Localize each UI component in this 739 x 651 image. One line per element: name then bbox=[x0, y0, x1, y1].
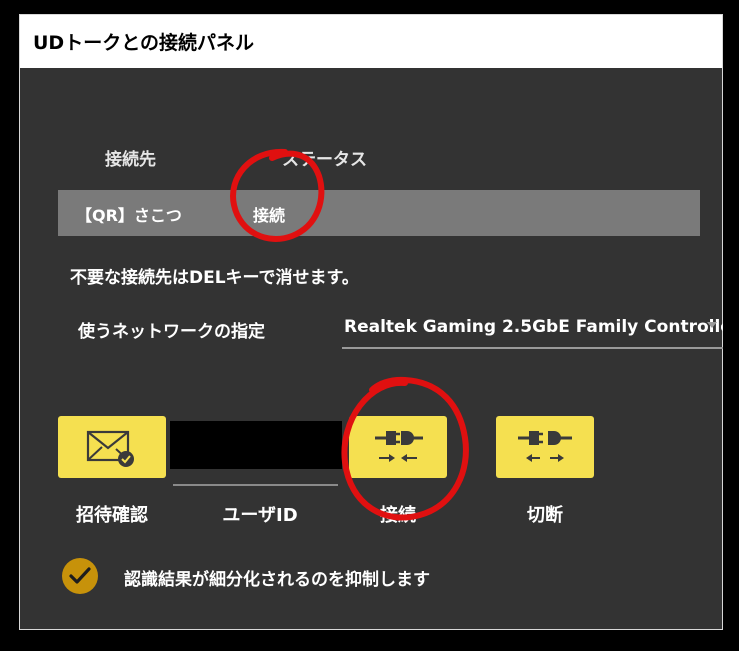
column-header-destination: 接続先 bbox=[105, 150, 156, 170]
destination-status: 接続 bbox=[253, 206, 286, 225]
connect-button[interactable] bbox=[349, 416, 447, 478]
table-row[interactable]: 【QR】さこつ 接続 bbox=[58, 190, 700, 236]
checkbox-indicator[interactable] bbox=[62, 558, 98, 594]
chevron-down-icon[interactable] bbox=[707, 322, 717, 328]
connection-panel-window: UDトークとの接続パネル 接続先 ステータス 【QR】さこつ 接続 不要な接続先… bbox=[19, 14, 723, 630]
mail-check-icon bbox=[86, 430, 134, 467]
user-id-label: ユーザID bbox=[222, 505, 298, 526]
invite-check-label: 招待確認 bbox=[76, 505, 148, 526]
invite-check-button[interactable] bbox=[58, 416, 166, 478]
disconnect-label: 切断 bbox=[527, 505, 563, 526]
destination-name: 【QR】さこつ bbox=[76, 206, 182, 225]
connect-label: 接続 bbox=[380, 505, 416, 526]
user-id-underline bbox=[173, 484, 338, 486]
column-header-status: ステータス bbox=[282, 150, 367, 170]
network-selected-value: Realtek Gaming 2.5GbE Family Controller bbox=[344, 317, 723, 337]
panel-content: 接続先 ステータス 【QR】さこつ 接続 不要な接続先はDELキーで消せます。 … bbox=[20, 68, 723, 629]
delete-hint: 不要な接続先はDELキーで消せます。 bbox=[70, 268, 359, 288]
plug-connect-icon bbox=[375, 431, 423, 462]
disconnect-button[interactable] bbox=[496, 416, 594, 478]
user-id-input[interactable] bbox=[170, 421, 342, 469]
plug-disconnect-icon bbox=[518, 431, 572, 462]
window-title: UDトークとの接続パネル bbox=[33, 32, 255, 54]
screen: UDトークとの接続パネル 接続先 ステータス 【QR】さこつ 接続 不要な接続先… bbox=[0, 0, 739, 651]
suppress-segmentation-label: 認識結果が細分化されるのを抑制します bbox=[124, 570, 430, 590]
checkmark-icon bbox=[69, 567, 91, 584]
network-label: 使うネットワークの指定 bbox=[78, 322, 265, 342]
titlebar: UDトークとの接続パネル bbox=[20, 15, 722, 68]
network-select[interactable]: Realtek Gaming 2.5GbE Family Controller bbox=[342, 305, 723, 349]
